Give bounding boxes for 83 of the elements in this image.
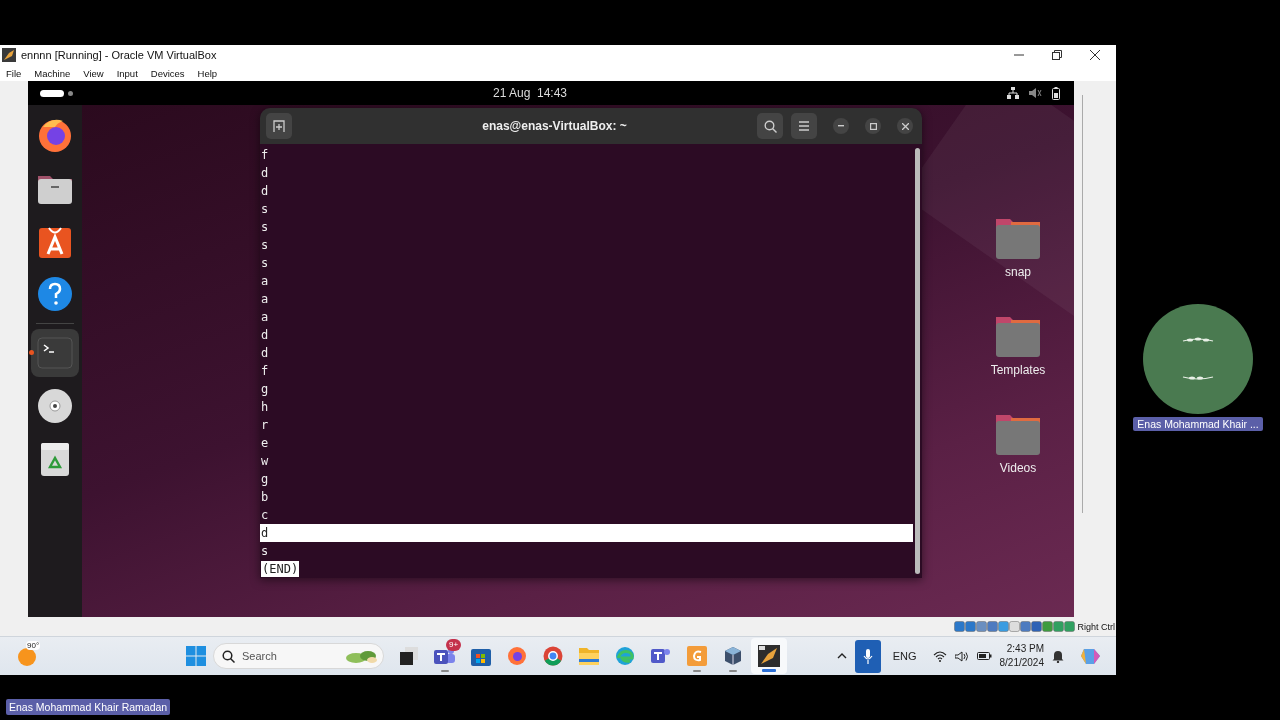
network-icon[interactable] [1007, 87, 1019, 99]
firefox-icon[interactable] [507, 646, 527, 666]
output-line: f [261, 148, 269, 162]
virtualbox-app-icon[interactable] [758, 645, 780, 667]
microphone-icon [862, 648, 873, 664]
speaker-name: Enas Mohammad Khair Ramadan [9, 701, 168, 713]
menu-button[interactable] [791, 113, 817, 139]
language-indicator[interactable]: ENG [892, 650, 917, 662]
copilot-icon[interactable] [1080, 646, 1102, 666]
workspace-indicator[interactable] [40, 89, 73, 97]
clock[interactable]: 21 Aug 14:43 [53, 86, 1007, 100]
close-icon [901, 122, 909, 130]
menu-item[interactable]: Devices [150, 67, 185, 79]
output-line: a [261, 310, 269, 324]
menu-item[interactable]: File [6, 67, 22, 79]
cube-icon[interactable] [723, 646, 743, 666]
output-line: s [261, 220, 269, 234]
output-line: s [261, 256, 269, 270]
start-button[interactable] [186, 646, 206, 666]
folder-label[interactable]: Videos [999, 461, 1037, 475]
output-line: s [261, 202, 269, 216]
output-line: f [261, 364, 269, 378]
output-line: b [261, 490, 269, 504]
chrome-icon[interactable] [543, 646, 563, 666]
output-line: g [261, 472, 269, 486]
task-view-icon[interactable] [400, 647, 418, 665]
output-line: d [261, 346, 269, 360]
notification-badge: 9+ [446, 639, 462, 651]
help-icon[interactable] [37, 276, 73, 312]
notification-bell-icon[interactable] [1052, 649, 1064, 663]
speaker-icon[interactable] [954, 650, 969, 662]
output-line: d [261, 184, 269, 198]
host-key-label: Right Ctrl [1077, 621, 1115, 632]
menu-item[interactable]: View [83, 67, 104, 79]
folder-label[interactable]: snap [1005, 265, 1031, 279]
maximize-icon [869, 122, 877, 130]
firefox-icon[interactable] [37, 117, 73, 153]
wifi-icon[interactable] [932, 650, 947, 662]
output-line: d [261, 166, 269, 180]
menu-item[interactable]: Machine [34, 67, 71, 79]
output-line: c [261, 508, 269, 522]
end-marker: (END) [261, 561, 300, 577]
chevron-up-icon[interactable] [836, 653, 847, 659]
output-line: h [261, 400, 269, 414]
clock[interactable]: 2:43 PM 8/21/2024 [999, 642, 1044, 670]
virtualbox-app-icon [2, 48, 16, 62]
disc-icon[interactable] [37, 388, 73, 424]
muted-speaker-icon[interactable] [1029, 87, 1042, 99]
minimize-icon [838, 125, 844, 127]
menu-icon [798, 121, 810, 131]
microphone-button[interactable] [854, 639, 881, 673]
search-icon [222, 650, 235, 663]
battery-icon[interactable] [976, 652, 992, 660]
new-tab-icon [273, 120, 285, 132]
folder-label[interactable]: Templates [990, 363, 1046, 377]
menu-item[interactable]: Help [197, 67, 218, 79]
temperature: 90° [26, 640, 41, 650]
menu-item[interactable]: Input [116, 67, 138, 79]
output-line: a [261, 292, 269, 306]
participant-name: Enas Mohammad Khair ... [1133, 417, 1263, 431]
output-line: e [261, 436, 269, 450]
output-line: a [261, 274, 269, 288]
output-line: r [261, 418, 269, 432]
restore-icon [1052, 50, 1062, 60]
output-line: s [261, 544, 269, 558]
output-line: d [261, 526, 269, 540]
window-title: ennnn [Running] - Oracle VM VirtualBox [21, 49, 217, 61]
maximize-button[interactable] [865, 118, 881, 134]
search-button[interactable] [757, 113, 783, 139]
search-field[interactable]: Search [213, 643, 384, 669]
output-line: w [261, 454, 269, 468]
close-icon [1090, 50, 1100, 60]
new-tab-button[interactable] [266, 113, 292, 139]
output-line: s [261, 238, 269, 252]
search-icon [763, 119, 777, 133]
output-line: g [261, 382, 269, 396]
output-line: d [261, 328, 269, 342]
store-icon[interactable] [471, 646, 491, 666]
window-title: enas@enas-VirtualBox: ~ [481, 119, 628, 133]
minimize-button[interactable] [833, 118, 849, 134]
close-button[interactable] [897, 118, 913, 134]
teams-icon[interactable] [651, 646, 671, 666]
battery-icon[interactable] [1052, 86, 1060, 100]
